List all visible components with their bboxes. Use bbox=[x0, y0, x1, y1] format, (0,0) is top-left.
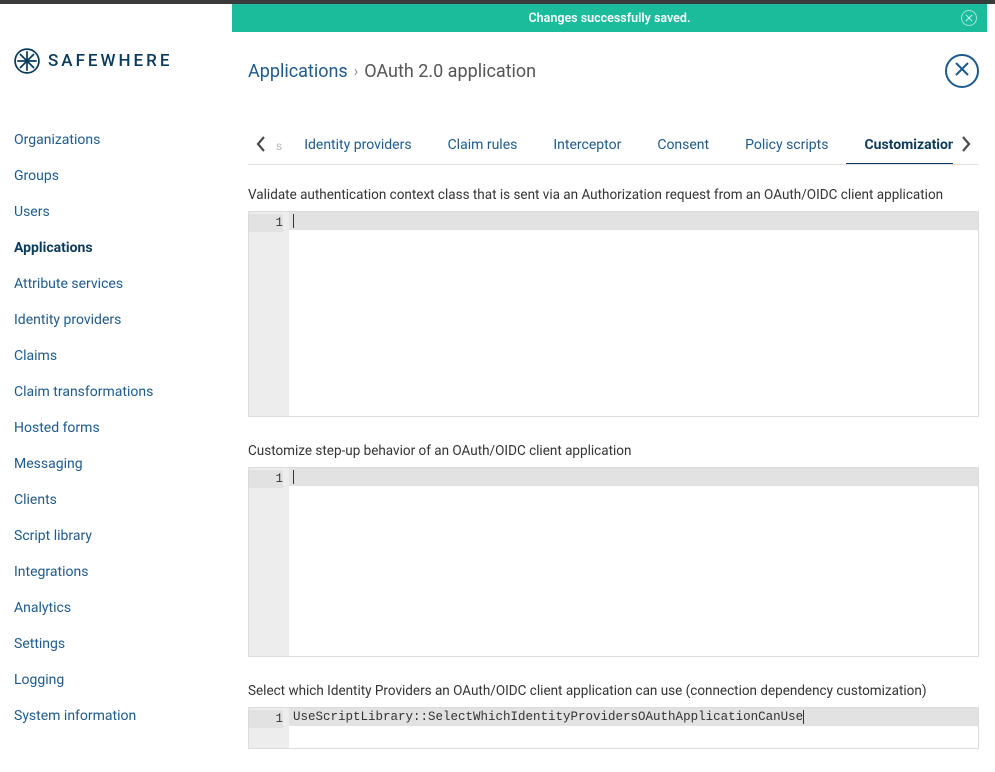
sidebar-item-logging[interactable]: Logging bbox=[14, 662, 232, 698]
code-editor[interactable]: 1 UseScriptLibrary::SelectWhichIdentityPr… bbox=[248, 707, 979, 749]
tab-customization[interactable]: Customization bbox=[846, 128, 953, 164]
code-gutter: 1 bbox=[249, 468, 289, 656]
form-sections: Validate authentication context class th… bbox=[248, 187, 979, 749]
sidebar-item-analytics[interactable]: Analytics bbox=[14, 590, 232, 626]
tabs-scroll-left[interactable] bbox=[248, 128, 274, 164]
sidebar: SAFEWHERE OrganizationsGroupsUsersApplic… bbox=[0, 4, 232, 772]
snowflake-icon bbox=[14, 48, 40, 74]
tab-claim-rules[interactable]: Claim rules bbox=[430, 128, 536, 164]
sidebar-nav: OrganizationsGroupsUsersApplicationsAttr… bbox=[14, 122, 232, 734]
sidebar-item-settings[interactable]: Settings bbox=[14, 626, 232, 662]
tab-overflow-hint-left: s bbox=[274, 139, 286, 153]
text-cursor bbox=[293, 214, 294, 228]
sidebar-item-messaging[interactable]: Messaging bbox=[14, 446, 232, 482]
notification-message: Changes successfully saved. bbox=[528, 11, 690, 26]
sidebar-item-identity-providers[interactable]: Identity providers bbox=[14, 302, 232, 338]
sidebar-item-integrations[interactable]: Integrations bbox=[14, 554, 232, 590]
tabs-scroll-right[interactable] bbox=[953, 128, 979, 164]
code-gutter: 1 bbox=[249, 708, 289, 748]
field-label: Validate authentication context class th… bbox=[248, 187, 979, 203]
sidebar-item-applications[interactable]: Applications bbox=[14, 230, 232, 266]
field-label: Select which Identity Providers an OAuth… bbox=[248, 683, 979, 699]
sidebar-item-system-information[interactable]: System information bbox=[14, 698, 232, 734]
sidebar-item-organizations[interactable]: Organizations bbox=[14, 122, 232, 158]
brand-logo: SAFEWHERE bbox=[14, 48, 232, 74]
tab-consent[interactable]: Consent bbox=[639, 128, 727, 164]
sidebar-item-script-library[interactable]: Script library bbox=[14, 518, 232, 554]
tabs-container: Identity providersClaim rulesInterceptor… bbox=[286, 128, 953, 164]
sidebar-item-attribute-services[interactable]: Attribute services bbox=[14, 266, 232, 302]
code-content[interactable] bbox=[289, 212, 978, 416]
notification-banner: Changes successfully saved. bbox=[232, 4, 987, 32]
sidebar-item-claim-transformations[interactable]: Claim transformations bbox=[14, 374, 232, 410]
code-editor[interactable]: 1 bbox=[248, 211, 979, 417]
text-cursor bbox=[293, 470, 294, 484]
tab-policy-scripts[interactable]: Policy scripts bbox=[727, 128, 846, 164]
sidebar-item-clients[interactable]: Clients bbox=[14, 482, 232, 518]
sidebar-item-hosted-forms[interactable]: Hosted forms bbox=[14, 410, 232, 446]
chevron-right-icon: › bbox=[354, 62, 359, 80]
main-content: Applications › OAuth 2.0 application s I… bbox=[232, 4, 995, 772]
chevron-left-icon bbox=[255, 134, 267, 158]
field-label: Customize step-up behavior of an OAuth/O… bbox=[248, 443, 979, 459]
brand-name: SAFEWHERE bbox=[48, 51, 172, 71]
tab-identity-providers[interactable]: Identity providers bbox=[286, 128, 429, 164]
code-editor[interactable]: 1 bbox=[248, 467, 979, 657]
sidebar-item-groups[interactable]: Groups bbox=[14, 158, 232, 194]
notification-close-icon[interactable] bbox=[961, 10, 977, 26]
tab-row: s Identity providersClaim rulesIntercept… bbox=[248, 128, 979, 165]
code-gutter: 1 bbox=[249, 212, 289, 416]
sidebar-item-claims[interactable]: Claims bbox=[14, 338, 232, 374]
text-cursor bbox=[803, 710, 804, 724]
breadcrumb-parent[interactable]: Applications bbox=[248, 61, 348, 82]
code-content[interactable]: UseScriptLibrary::SelectWhichIdentityPro… bbox=[289, 708, 978, 748]
code-content[interactable] bbox=[289, 468, 978, 656]
chevron-right-icon bbox=[960, 134, 972, 158]
code-line: UseScriptLibrary::SelectWhichIdentityPro… bbox=[293, 710, 803, 724]
breadcrumb-current: OAuth 2.0 application bbox=[364, 61, 536, 82]
close-button[interactable] bbox=[945, 54, 979, 88]
sidebar-item-users[interactable]: Users bbox=[14, 194, 232, 230]
tab-interceptor[interactable]: Interceptor bbox=[535, 128, 639, 164]
breadcrumb: Applications › OAuth 2.0 application bbox=[248, 61, 536, 82]
close-icon bbox=[955, 62, 969, 80]
